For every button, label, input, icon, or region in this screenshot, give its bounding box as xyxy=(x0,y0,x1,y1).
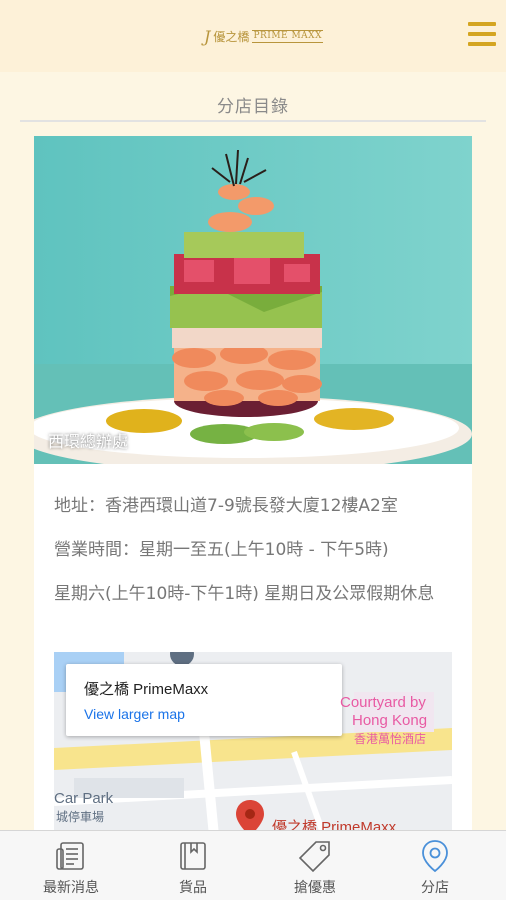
logo-mark: J xyxy=(204,26,211,46)
embedded-map[interactable]: 優之橋 PrimeMaxx View larger map Courtyard … xyxy=(54,652,452,836)
view-larger-map-link[interactable]: View larger map xyxy=(84,706,185,722)
branch-photo: 西環總辦處 xyxy=(34,136,472,464)
map-poi-label-cn: 香港萬怡酒店 xyxy=(354,732,427,746)
map-info-card: 優之橋 PrimeMaxx View larger map xyxy=(66,664,342,736)
brand-logo[interactable]: J 優之橋 PRIME MAXX xyxy=(204,26,323,46)
tab-branches-label: 分店 xyxy=(421,880,449,896)
branch-hours-weekday: 營業時間：星期一至五(上午10時 - 下午5時) xyxy=(54,540,389,560)
branch-hours-weekend: 星期六(上午10時-下午1時) 星期日及公眾假期休息 xyxy=(54,584,435,604)
tag-icon xyxy=(298,839,332,873)
top-bar: J 優之橋 PRIME MAXX xyxy=(0,0,506,72)
branch-name: 西環總辦處 xyxy=(48,432,129,451)
location-pin-icon xyxy=(420,839,450,873)
title-divider xyxy=(20,120,486,122)
book-icon xyxy=(177,839,209,873)
tab-products[interactable]: 貨品 xyxy=(130,831,256,900)
tab-products-label: 貨品 xyxy=(179,880,207,896)
tab-branches[interactable]: 分店 xyxy=(372,831,498,900)
map-place-title: 優之橋 PrimeMaxx xyxy=(84,681,209,698)
tab-news-label: 最新消息 xyxy=(43,880,99,896)
page-title: 分店目錄 xyxy=(217,97,289,117)
map-poi-label-en: Courtyard by xyxy=(340,694,426,711)
branch-card: 西環總辦處 地址：香港西環山道7-9號長發大廈12樓A2室 營業時間：星期一至五… xyxy=(34,136,472,836)
news-icon xyxy=(55,839,87,873)
logo-english-name: PRIME MAXX xyxy=(252,29,323,43)
map-carpark-label-cn: 城停車場 xyxy=(56,810,105,824)
tab-news[interactable]: 最新消息 xyxy=(8,831,134,900)
branch-address: 地址：香港西環山道7-9號長發大廈12樓A2室 xyxy=(54,496,398,516)
tab-deals-label: 搶優惠 xyxy=(294,880,336,896)
bottom-tab-bar: 最新消息 貨品 搶優惠 分店 xyxy=(0,830,506,900)
map-poi-label-en-2: Hong Kong xyxy=(352,712,428,729)
map-carpark-label: Car Park xyxy=(54,790,114,807)
tab-deals[interactable]: 搶優惠 xyxy=(252,831,378,900)
hamburger-icon[interactable] xyxy=(468,22,496,46)
logo-chinese-name: 優之橋 xyxy=(213,29,250,44)
